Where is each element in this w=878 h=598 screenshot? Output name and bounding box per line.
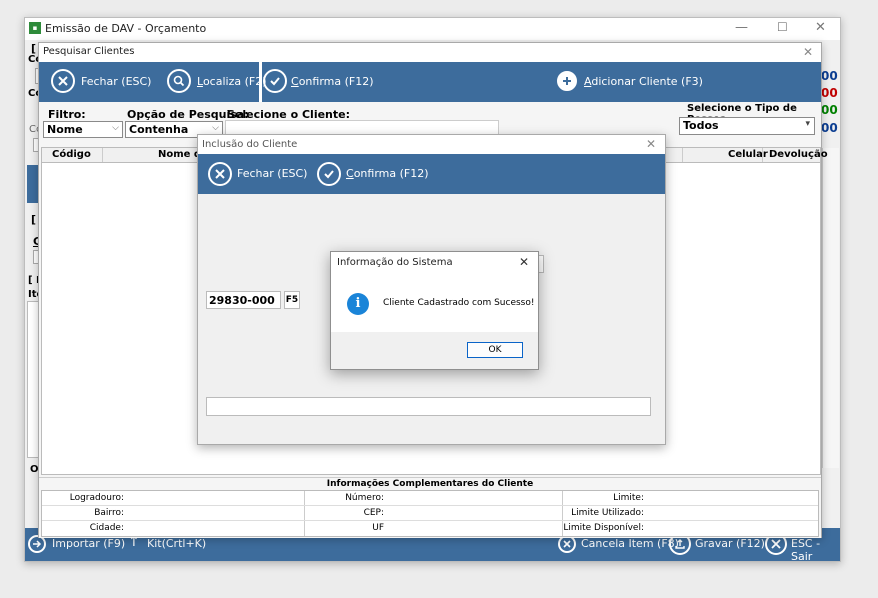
inclusion-titlebar: Inclusão do Cliente ✕ — [198, 135, 665, 154]
filter-select-value: Nome — [47, 123, 83, 136]
dialog-title: Informação do Sistema — [337, 257, 453, 268]
state-label: UF — [372, 523, 384, 533]
system-info-dialog: Informação do Sistema ✕ i Cliente Cadast… — [330, 251, 539, 370]
search-toolbar: Fechar (ESC) Localiza (F2) Confirma (F12… — [39, 62, 821, 102]
save-button[interactable]: Gravar (F12) — [695, 537, 765, 550]
plus-icon[interactable] — [557, 71, 577, 91]
info-divider — [42, 520, 818, 521]
minimize-button[interactable]: — — [735, 20, 748, 35]
number-label: Número: — [345, 493, 384, 503]
search-icon[interactable] — [167, 69, 191, 93]
cep-lookup-button[interactable]: F5 — [284, 291, 300, 309]
inclusion-toolbar: Fechar (ESC) Confirma (F12) — [198, 154, 665, 194]
ok-button-label: OK — [488, 345, 502, 355]
col-divider — [102, 148, 103, 162]
cancel-item-button[interactable]: Cancela Item (F8) — [581, 537, 679, 550]
close-button[interactable]: Fechar (ESC) — [81, 75, 151, 88]
right-scroll-area — [822, 148, 839, 468]
info-icon: i — [347, 293, 369, 315]
chevron-down-icon: ▾ — [805, 119, 810, 129]
main-titlebar: ▪ Emissão de DAV - Orçamento — ☐ ✕ — [25, 18, 840, 40]
col-return[interactable]: Devolução — [769, 149, 828, 160]
dialog-body: i Cliente Cadastrado com Sucesso! — [331, 274, 538, 332]
cep-label: CEP: — [363, 508, 384, 518]
client-info-table: Logradouro: Número: Limite: Bairro: CEP:… — [41, 490, 819, 537]
search-titlebar: Pesquisar Clientes ✕ — [39, 43, 821, 62]
address-field[interactable] — [206, 397, 651, 416]
total-value: 00 — [821, 121, 838, 135]
dialog-message: Cliente Cadastrado com Sucesso! — [383, 298, 535, 308]
maximize-button[interactable]: ☐ — [777, 20, 788, 34]
limit-used-label: Limite Utilizado: — [571, 508, 644, 518]
close-icon[interactable] — [208, 162, 232, 186]
filter-label: Filtro: — [48, 108, 86, 121]
check-icon[interactable] — [263, 69, 287, 93]
dialog-titlebar: Informação do Sistema ✕ — [331, 252, 538, 274]
exit-button[interactable]: ESC - Sair — [791, 537, 840, 563]
import-button[interactable]: Importar (F9) — [52, 537, 125, 550]
person-type-value: Todos — [683, 119, 719, 132]
district-label: Bairro: — [94, 508, 124, 518]
kit-button[interactable]: Kit(Crtl+K) — [147, 537, 206, 550]
info-divider — [42, 505, 818, 506]
inclusion-confirm-label[interactable]: Confirma (F12) — [346, 167, 429, 180]
app-icon: ▪ — [29, 22, 41, 34]
client-info-section: Informações Complementares do Cliente Lo… — [39, 477, 821, 538]
total-value: 00 — [821, 86, 838, 100]
street-label: Logradouro: — [69, 493, 124, 503]
city-label: Cidade: — [89, 523, 124, 533]
limit-available-label: Limite Disponível: — [563, 523, 644, 533]
main-window-title: Emissão de DAV - Orçamento — [45, 22, 207, 35]
chevron-down-icon: ⌵ — [212, 123, 219, 133]
close-icon[interactable] — [51, 69, 75, 93]
inclusion-window-title: Inclusão do Cliente — [202, 139, 298, 150]
person-type-select[interactable]: Todos ▾ — [679, 117, 815, 135]
col-code[interactable]: Código — [52, 149, 91, 160]
add-client-button[interactable]: Adicionar Cliente (F3) — [584, 75, 703, 88]
total-value: 00 — [821, 103, 838, 117]
dialog-close-button[interactable]: ✕ — [519, 255, 529, 269]
ok-button[interactable]: OK — [467, 342, 523, 358]
chevron-down-icon: ⌵ — [112, 123, 119, 133]
col-divider — [682, 148, 683, 162]
cep-field[interactable]: 29830-000 — [206, 291, 281, 309]
main-close-button[interactable]: ✕ — [815, 20, 826, 35]
locate-button[interactable]: Localiza (F2) — [197, 75, 267, 88]
client-info-title: Informações Complementares do Cliente — [326, 479, 534, 489]
limit-label: Limite: — [613, 493, 644, 503]
search-close-button[interactable]: ✕ — [803, 45, 813, 59]
cep-lookup-label: F5 — [285, 295, 299, 305]
search-option-value: Contenha — [129, 123, 189, 136]
inclusion-close-button[interactable]: ✕ — [646, 137, 656, 151]
cep-value: 29830-000 — [209, 294, 275, 307]
search-window-title: Pesquisar Clientes — [43, 46, 135, 57]
check-icon[interactable] — [317, 162, 341, 186]
partial-label: [ — [31, 213, 37, 226]
col-divider — [762, 148, 763, 162]
filter-select[interactable]: Nome ⌵ — [43, 121, 123, 138]
toolbar-divider — [259, 62, 262, 102]
confirm-button[interactable]: Confirma (F12) — [291, 75, 374, 88]
total-value: 00 — [821, 69, 838, 83]
inclusion-close-label[interactable]: Fechar (ESC) — [237, 167, 307, 180]
